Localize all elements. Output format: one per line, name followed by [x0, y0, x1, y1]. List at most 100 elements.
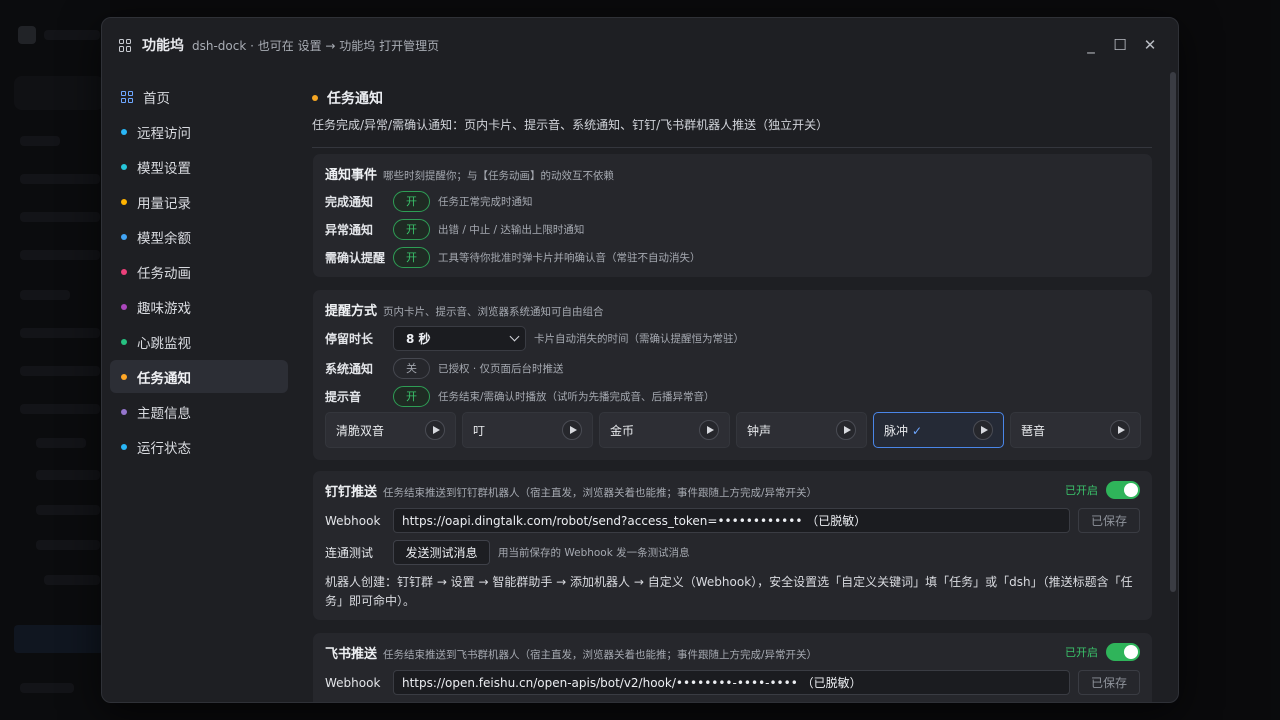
dingtalk-test-row: 连通测试 发送测试消息 用当前保存的 Webhook 发一条测试消息: [325, 540, 690, 565]
dingtalk-toggle[interactable]: [1106, 481, 1140, 499]
grid-icon: [119, 38, 132, 52]
row-label: 异常通知: [325, 222, 374, 237]
error-notify-toggle[interactable]: 开: [393, 218, 430, 240]
system-notify-toggle[interactable]: 关: [393, 357, 430, 379]
minimize-button[interactable]: _: [1082, 36, 1100, 54]
duration-row: 停留时长 8 秒 卡片自动消失的时间（需确认提醒恒为常驻）: [325, 325, 744, 351]
sidebar-item-label: 趣味游戏: [137, 300, 191, 317]
test-hint: 用当前保存的 Webhook 发一条测试消息: [498, 547, 690, 559]
sound-option[interactable]: 金币: [599, 412, 730, 448]
dingtalk-webhook-input[interactable]: https://oapi.dingtalk.com/robot/send?acc…: [393, 508, 1070, 533]
sound-name: 清脆双音: [336, 423, 385, 438]
page-title: 任务通知: [327, 91, 383, 107]
dot-icon: [121, 268, 127, 275]
feature-dock-window: 功能坞 dsh-dock · 也可在 设置 → 功能坞 打开管理页 _ ☐ ✕ …: [101, 17, 1179, 703]
complete-notify-row: 完成通知 开 任务正常完成时通知: [325, 189, 533, 213]
row-hint: 任务正常完成时通知: [438, 195, 533, 208]
sidebar-item-home[interactable]: 首页: [110, 80, 288, 113]
dingtalk-save-button[interactable]: 已保存: [1078, 508, 1140, 533]
card-header: 钉钉推送 任务结束推送到钉钉群机器人（宿主直发，浏览器关着也能推；事件跟随上方完…: [325, 481, 817, 500]
card-header: 飞书推送 任务结束推送到飞书群机器人（宿主直发，浏览器关着也能推；事件跟随上方完…: [325, 643, 817, 662]
feishu-save-button[interactable]: 已保存: [1078, 670, 1140, 695]
row-hint: 已授权 · 仅页面后台时推送: [438, 362, 564, 375]
play-icon[interactable]: [425, 420, 445, 440]
maximize-button[interactable]: ☐: [1111, 36, 1129, 54]
sidebar-item-model-settings[interactable]: 模型设置: [110, 150, 288, 183]
card-title: 钉钉推送: [325, 485, 378, 500]
duration-value: 8 秒: [406, 331, 431, 346]
sidebar-item-label: 主题信息: [137, 405, 191, 422]
play-icon[interactable]: [699, 420, 719, 440]
scrollbar-thumb[interactable]: [1170, 72, 1176, 592]
sound-row: 提示音 开 任务结束/需确认时播放（试听为先播完成音、后播异常音）: [325, 384, 715, 408]
section-header: 任务通知: [312, 88, 1152, 108]
dingtalk-card: 钉钉推送 任务结束推送到钉钉群机器人（宿主直发，浏览器关着也能推；事件跟随上方完…: [313, 471, 1152, 620]
sidebar-item-runtime[interactable]: 运行状态: [110, 430, 288, 463]
row-hint: 出错 / 中止 / 达输出上限时通知: [438, 223, 585, 236]
dot-icon: [121, 303, 127, 310]
sound-option[interactable]: 琶音: [1010, 412, 1141, 448]
play-icon[interactable]: [562, 420, 582, 440]
row-hint: 工具等待你批准时弹卡片并响确认音（常驻不自动消失）: [438, 251, 701, 264]
system-notify-row: 系统通知 关 已授权 · 仅页面后台时推送: [325, 356, 564, 380]
row-label: 系统通知: [325, 361, 374, 376]
play-icon[interactable]: [836, 420, 856, 440]
row-label: 需确认提醒: [325, 250, 386, 265]
card-title: 飞书推送: [325, 647, 378, 662]
sidebar-item-games[interactable]: 趣味游戏: [110, 290, 288, 323]
sidebar-item-label: 首页: [143, 90, 170, 107]
sidebar-item-task-notify[interactable]: 任务通知: [110, 360, 288, 393]
row-label: 完成通知: [325, 194, 374, 209]
card-title: 通知事件: [325, 168, 378, 183]
webhook-label: Webhook: [325, 513, 381, 528]
sidebar-item-label: 用量记录: [137, 195, 191, 212]
sidebar-item-balance[interactable]: 模型余额: [110, 220, 288, 253]
close-button[interactable]: ✕: [1141, 36, 1159, 54]
grid-icon: [121, 90, 133, 103]
sound-options: 清脆双音 叮 金币 钟声 脉冲 ✓ 琶音: [325, 412, 1141, 448]
dot-icon: [121, 198, 127, 205]
check-icon: ✓: [912, 423, 923, 438]
status-text: 已开启: [1065, 484, 1098, 497]
card-header: 提醒方式 页内卡片、提示音、浏览器系统通知可自由组合: [325, 300, 604, 319]
sound-name: 琶音: [1021, 423, 1046, 438]
sidebar-item-theme[interactable]: 主题信息: [110, 395, 288, 428]
sidebar-item-label: 模型设置: [137, 160, 191, 177]
sound-option-selected[interactable]: 脉冲 ✓: [873, 412, 1004, 448]
status-text: 已开启: [1065, 646, 1098, 659]
sound-option[interactable]: 钟声: [736, 412, 867, 448]
play-icon[interactable]: [973, 420, 993, 440]
card-subtitle: 任务结束推送到飞书群机器人（宿主直发，浏览器关着也能推；事件跟随上方完成/异常开…: [383, 649, 818, 661]
sidebar: 首页 远程访问 模型设置 用量记录 模型余额 任务动画 趣味游戏 心跳监视 任务…: [110, 80, 288, 465]
sidebar-item-usage[interactable]: 用量记录: [110, 185, 288, 218]
play-icon[interactable]: [1110, 420, 1130, 440]
dot-icon: [121, 233, 127, 240]
complete-notify-toggle[interactable]: 开: [393, 190, 430, 212]
sound-toggle[interactable]: 开: [393, 385, 430, 407]
duration-select[interactable]: 8 秒: [393, 325, 526, 351]
window-subtitle: dsh-dock · 也可在 设置 → 功能坞 打开管理页: [192, 38, 440, 53]
confirm-notify-toggle[interactable]: 开: [393, 246, 430, 268]
send-test-button[interactable]: 发送测试消息: [393, 540, 490, 565]
webhook-label: Webhook: [325, 675, 381, 690]
feishu-webhook-input[interactable]: https://open.feishu.cn/open-apis/bot/v2/…: [393, 670, 1070, 695]
sound-name: 叮: [473, 423, 486, 438]
dot-icon: [121, 408, 127, 415]
sidebar-item-heartbeat[interactable]: 心跳监视: [110, 325, 288, 358]
divider: [312, 147, 1152, 148]
dot-icon: [121, 163, 127, 170]
sound-option[interactable]: 清脆双音: [325, 412, 456, 448]
card-subtitle: 页内卡片、提示音、浏览器系统通知可自由组合: [383, 306, 604, 318]
dot-icon: [121, 373, 127, 380]
sound-option[interactable]: 叮: [462, 412, 593, 448]
feishu-webhook-row: Webhook https://open.feishu.cn/open-apis…: [325, 670, 1140, 695]
feishu-toggle[interactable]: [1106, 643, 1140, 661]
window-title: 功能坞: [142, 38, 184, 54]
sidebar-item-remote[interactable]: 远程访问: [110, 115, 288, 148]
row-hint: 卡片自动消失的时间（需确认提醒恒为常驻）: [534, 332, 744, 345]
feishu-status: 已开启: [1065, 643, 1140, 661]
sidebar-item-task-animation[interactable]: 任务动画: [110, 255, 288, 288]
sound-name-wrap: 脉冲 ✓: [884, 422, 922, 439]
dingtalk-note: 机器人创建：钉钉群 → 设置 → 智能群助手 → 添加机器人 → 自定义（Web…: [325, 575, 1133, 608]
sidebar-item-label: 心跳监视: [137, 335, 191, 352]
